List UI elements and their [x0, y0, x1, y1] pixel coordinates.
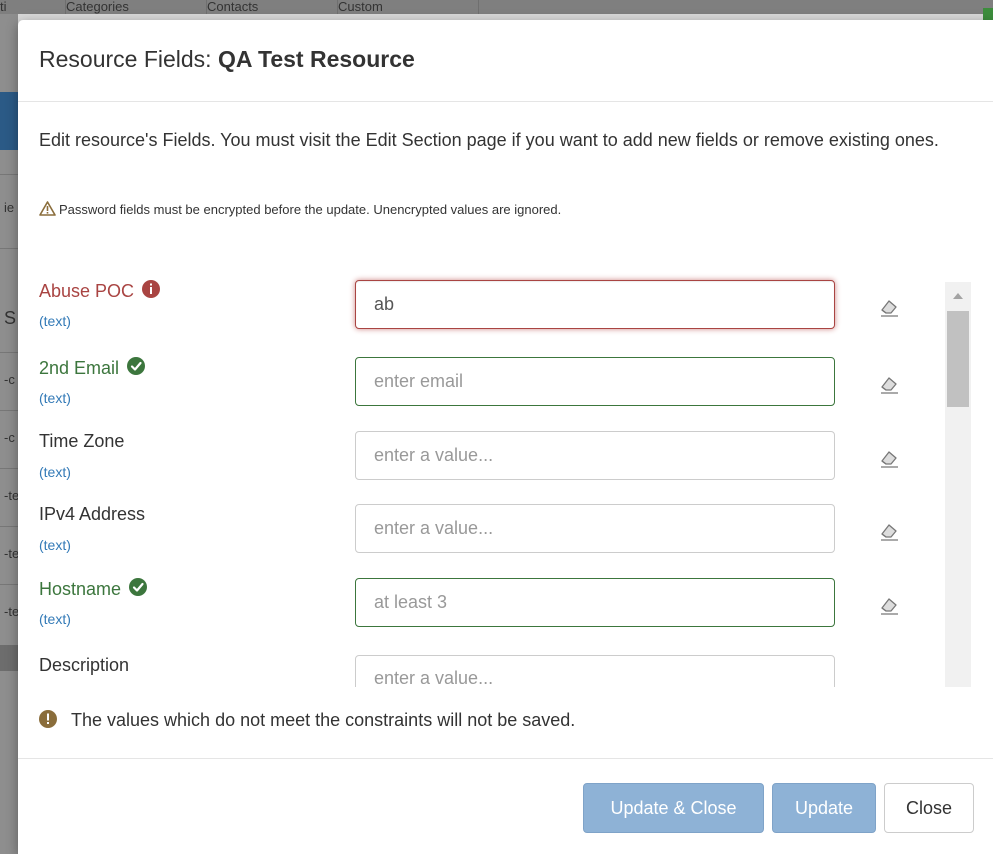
- background-divider: [0, 248, 18, 249]
- fields-scroll-area[interactable]: Abuse POC (text) 2nd Email (text) Time Z…: [18, 250, 993, 687]
- background-divider: [0, 526, 18, 527]
- background-tab: ti: [0, 0, 66, 14]
- scrollbar-thumb[interactable]: [947, 311, 969, 407]
- field-row-description: Description (textarea): [18, 655, 948, 687]
- background-blue-bar: [0, 92, 18, 150]
- constraints-note-text: The values which do not meet the constra…: [71, 710, 576, 730]
- field-row-abuse-poc: Abuse POC (text): [18, 280, 948, 354]
- field-label-text: Abuse POC: [39, 281, 135, 301]
- background-divider: [0, 468, 18, 469]
- field-label-abuse-poc: Abuse POC: [39, 280, 161, 302]
- field-label-2nd-email: 2nd Email: [39, 357, 146, 379]
- ipv4-address-input[interactable]: [355, 504, 835, 553]
- modal-title-prefix: Resource Fields:: [39, 46, 218, 72]
- eraser-icon[interactable]: [878, 594, 900, 616]
- time-zone-input[interactable]: [355, 431, 835, 480]
- background-text: -c: [4, 430, 15, 445]
- scroll-up-arrow-icon[interactable]: [945, 282, 971, 308]
- modal-title-resource: QA Test Resource: [217, 46, 415, 72]
- field-type-ipv4-address: (text): [39, 537, 71, 553]
- error-icon: [142, 280, 161, 298]
- background-divider: [0, 584, 18, 585]
- hostname-input[interactable]: [355, 578, 835, 627]
- background-divider: [0, 410, 18, 411]
- field-row-ipv4-address: IPv4 Address (text): [18, 504, 948, 578]
- resource-fields-modal: Resource Fields: QA Test Resource Edit r…: [18, 20, 993, 854]
- fields-scrollbar[interactable]: [945, 282, 971, 687]
- scroll-down-arrow-icon[interactable]: [945, 678, 971, 687]
- background-text: -te: [4, 488, 20, 503]
- background-text: -te: [4, 546, 20, 561]
- modal-footer: Update & Close Update Close: [18, 758, 993, 854]
- eraser-icon[interactable]: [878, 296, 900, 318]
- constraints-note: The values which do not meet the constra…: [39, 710, 575, 731]
- modal-title: Resource Fields: QA Test Resource: [39, 46, 415, 73]
- field-label-text: Hostname: [39, 579, 122, 599]
- field-label-ipv4-address: IPv4 Address: [39, 504, 146, 524]
- background-text: ie: [4, 200, 15, 215]
- modal-header: Resource Fields: QA Test Resource: [18, 20, 993, 102]
- field-type-abuse-poc: (text): [39, 313, 71, 329]
- check-circle-icon: [127, 357, 146, 375]
- eraser-icon[interactable]: [878, 447, 900, 469]
- field-type-time-zone: (text): [39, 464, 71, 480]
- password-warning: Password fields must be encrypted before…: [39, 201, 561, 217]
- field-label-text: 2nd Email: [39, 358, 120, 378]
- background-tab: Contacts: [207, 0, 338, 14]
- background-divider: [0, 174, 18, 175]
- close-button[interactable]: Close: [884, 783, 974, 833]
- background-tab: Custom: [338, 0, 479, 14]
- background-divider: [0, 352, 18, 353]
- password-warning-text: Password fields must be encrypted before…: [59, 202, 562, 217]
- background-text: -c: [4, 372, 15, 387]
- warning-triangle-icon: [39, 201, 56, 216]
- field-row-hostname: Hostname (text): [18, 578, 948, 652]
- eraser-icon[interactable]: [878, 520, 900, 542]
- field-label-time-zone: Time Zone: [39, 431, 125, 451]
- 2nd-email-input[interactable]: [355, 357, 835, 406]
- exclamation-circle-icon: [39, 710, 57, 728]
- background-text: -te: [4, 604, 20, 619]
- background-tab-bar: ti Categories Contacts Custom: [0, 0, 993, 14]
- field-type-2nd-email: (text): [39, 390, 71, 406]
- background-block: [0, 645, 18, 671]
- check-circle-icon: [129, 578, 148, 596]
- update-and-close-button[interactable]: Update & Close: [583, 783, 764, 833]
- background-text: S: [4, 308, 17, 328]
- field-row-time-zone: Time Zone (text): [18, 431, 948, 505]
- update-button[interactable]: Update: [772, 783, 876, 833]
- field-label-description: Description: [39, 655, 130, 675]
- description-textarea[interactable]: [355, 655, 835, 687]
- field-type-hostname: (text): [39, 611, 71, 627]
- eraser-icon[interactable]: [878, 373, 900, 395]
- field-row-2nd-email: 2nd Email (text): [18, 357, 948, 431]
- background-tab: Categories: [66, 0, 207, 14]
- abuse-poc-input[interactable]: [355, 280, 835, 329]
- field-label-hostname: Hostname: [39, 578, 148, 600]
- intro-text: Edit resource's Fields. You must visit t…: [39, 130, 939, 150]
